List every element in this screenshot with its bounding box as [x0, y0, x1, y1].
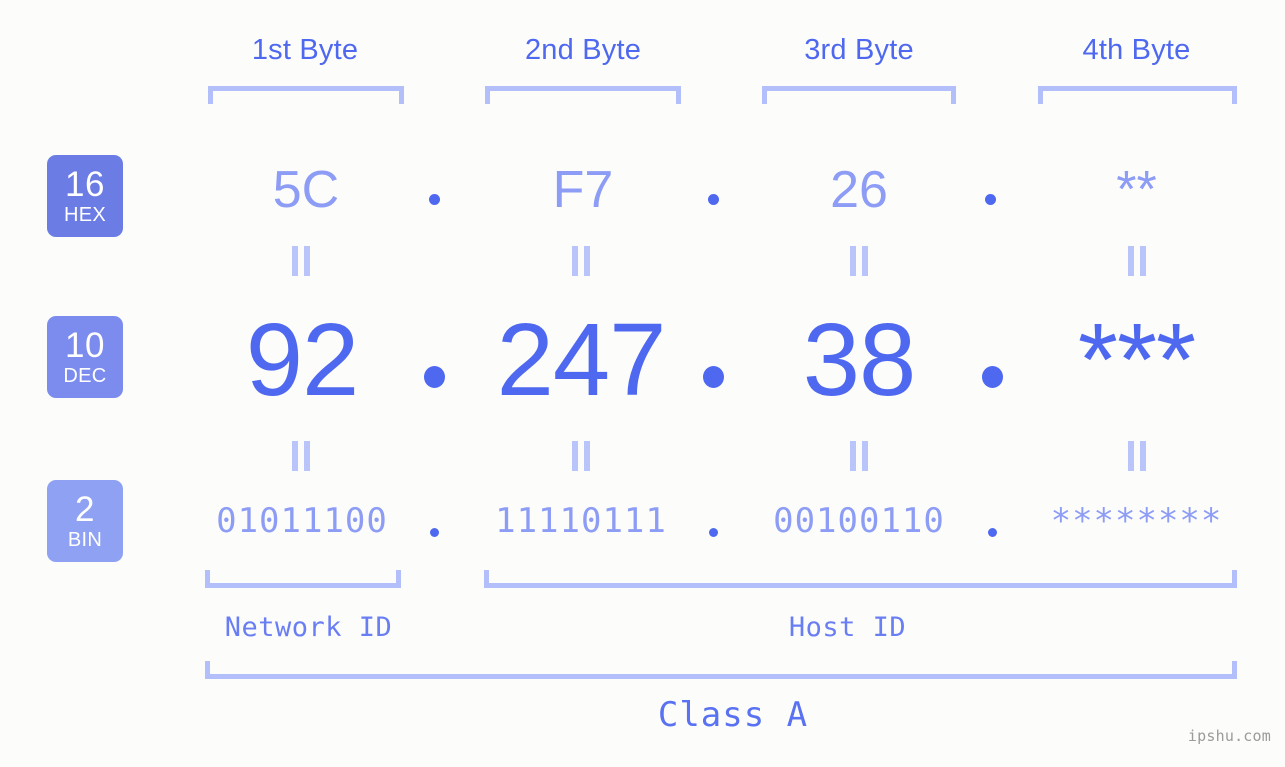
network-id-label: Network ID — [224, 612, 393, 643]
base-badge-dec: 10 DEC — [47, 316, 123, 398]
bin-separator-2 — [709, 528, 718, 537]
byte-bracket-top-1 — [208, 86, 404, 104]
dec-byte-4: *** — [1077, 302, 1196, 417]
hex-separator-3 — [985, 194, 996, 205]
equals-connector-hex-dec-3 — [850, 246, 870, 276]
equals-connector-hex-dec-1 — [292, 246, 312, 276]
base-badge-bin-name: BIN — [67, 529, 103, 551]
equals-connector-dec-bin-4 — [1128, 441, 1148, 471]
base-badge-hex-name: HEX — [63, 204, 107, 226]
equals-connector-dec-bin-2 — [572, 441, 592, 471]
equals-connector-hex-dec-4 — [1128, 246, 1148, 276]
byte-header-3: 3rd Byte — [804, 34, 914, 66]
byte-header-1: 1st Byte — [251, 34, 359, 66]
equals-connector-dec-bin-3 — [850, 441, 870, 471]
bin-separator-3 — [988, 528, 997, 537]
byte-header-4: 4th Byte — [1082, 34, 1191, 66]
base-badge-dec-name: DEC — [63, 365, 107, 387]
site-watermark: ipshu.com — [1187, 727, 1271, 745]
bin-byte-2: 11110111 — [495, 501, 667, 541]
dec-byte-1: 92 — [245, 302, 360, 417]
base-badge-hex-number: 16 — [65, 165, 105, 204]
class-bracket — [205, 661, 1237, 679]
dec-separator-1 — [424, 366, 445, 388]
equals-connector-hex-dec-2 — [572, 246, 592, 276]
byte-bracket-top-4 — [1038, 86, 1237, 104]
dec-byte-3: 38 — [802, 302, 917, 417]
hex-byte-1: 5C — [272, 161, 340, 219]
byte-bracket-top-3 — [762, 86, 956, 104]
host-id-bracket — [484, 570, 1237, 588]
hex-byte-3: 26 — [830, 161, 888, 219]
byte-header-2: 2nd Byte — [524, 34, 642, 66]
dec-separator-3 — [982, 366, 1003, 388]
byte-bracket-top-2 — [485, 86, 681, 104]
network-id-bracket — [205, 570, 401, 588]
hex-byte-2: F7 — [552, 161, 614, 219]
base-badge-hex: 16 HEX — [47, 155, 123, 237]
host-id-label: Host ID — [788, 612, 907, 643]
base-badge-bin: 2 BIN — [47, 480, 123, 562]
base-badge-dec-number: 10 — [65, 326, 105, 365]
bin-separator-1 — [430, 528, 439, 537]
hex-byte-4: ** — [1116, 161, 1157, 219]
dec-separator-2 — [703, 366, 724, 388]
dec-byte-2: 247 — [496, 302, 667, 417]
hex-separator-1 — [429, 194, 440, 205]
hex-separator-2 — [708, 194, 719, 205]
base-badge-bin-number: 2 — [75, 490, 95, 529]
ip-address-breakdown-diagram: 1st Byte 2nd Byte 3rd Byte 4th Byte 16 H… — [0, 0, 1285, 767]
bin-byte-1: 01011100 — [216, 501, 388, 541]
equals-connector-dec-bin-1 — [292, 441, 312, 471]
class-label: Class A — [657, 695, 809, 735]
bin-byte-4: ******** — [1050, 501, 1223, 541]
bin-byte-3: 00100110 — [773, 501, 945, 541]
